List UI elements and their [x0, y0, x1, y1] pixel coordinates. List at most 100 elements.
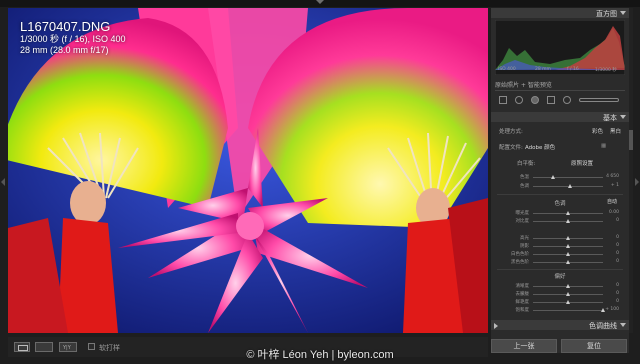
collapse-icon [620, 115, 626, 119]
panel-scrollbar-thumb[interactable] [629, 130, 633, 150]
wb-value[interactable]: 原照设置 [571, 159, 593, 167]
basic-title: 基本 [603, 114, 617, 122]
temp-value: 4 650 [606, 174, 619, 179]
vibrance-label: 鲜艳度 [515, 300, 530, 305]
expand-left-icon [494, 323, 498, 329]
red-eye-icon[interactable] [531, 96, 539, 104]
collapse-left-panel-icon[interactable] [1, 178, 5, 186]
whites-label: 白色色阶 [511, 252, 529, 257]
collapse-right-panel-icon[interactable] [635, 178, 639, 186]
profile-browser-icon[interactable]: ▦ [601, 143, 606, 149]
whites-slider[interactable]: 白色色阶 0 [491, 251, 629, 257]
tint-slider[interactable]: 色调 + 1 [491, 183, 629, 189]
contrast-value: 0 [616, 218, 619, 223]
exposure-knob[interactable] [566, 211, 570, 215]
temp-knob[interactable] [551, 175, 555, 179]
clarity-slider[interactable]: 清晰度 0 [491, 283, 629, 289]
blacks-slider[interactable]: 黑色色阶 0 [491, 259, 629, 265]
vibrance-knob[interactable] [566, 300, 570, 304]
profile-label: 配置文件: [499, 145, 523, 151]
wb-label: 白平衡: [517, 161, 536, 167]
shadows-knob[interactable] [566, 244, 570, 248]
treatment-row: 处理方式: 彩色 黑白 [491, 126, 629, 135]
dehaze-slider[interactable]: 去朦胧 0 [491, 291, 629, 297]
photo-lens-info: 28 mm (28.0 mm f/17) [20, 45, 109, 55]
white-balance-row: 白平衡: 原照设置 [491, 158, 629, 167]
photo-image [8, 8, 488, 333]
tone-curve-header[interactable]: 色调曲线 [491, 320, 629, 330]
highlights-value: 0 [616, 235, 619, 240]
photo-exposure-info: 1/3000 秒 (f / 16), ISO 400 [20, 34, 126, 44]
collapse-icon [620, 323, 626, 327]
tool-strip [499, 96, 619, 106]
highlights-label: 高光 [520, 236, 529, 241]
highlights-slider[interactable]: 高光 0 [491, 235, 629, 241]
clarity-label: 清晰度 [515, 284, 530, 289]
crop-tool-icon[interactable] [499, 96, 507, 104]
auto-tone-button[interactable]: 自动 [603, 199, 621, 206]
contrast-slider[interactable]: 对比度 0 [491, 218, 629, 224]
basic-header[interactable]: 基本 [491, 112, 629, 122]
shadows-label: 阴影 [520, 244, 529, 249]
watermark: © 叶梓 Léon Yeh | byleon.com [246, 349, 394, 361]
divider [495, 90, 625, 91]
histogram-iso: ISO 400 [498, 67, 516, 72]
contrast-knob[interactable] [566, 219, 570, 223]
vibrance-slider[interactable]: 鲜艳度 0 [491, 299, 629, 305]
treatment-bw-option[interactable]: 黑白 [610, 127, 621, 135]
blacks-label: 黑色色阶 [511, 260, 529, 265]
profile-value[interactable]: Adobe 颜色 [525, 143, 555, 151]
original-label: 原始照片 + 智能预览 [495, 82, 552, 89]
collapse-top-panel-icon[interactable] [316, 0, 324, 4]
adjustment-brush-icon[interactable] [579, 98, 619, 102]
blacks-knob[interactable] [566, 260, 570, 264]
temp-label: 色温 [520, 175, 529, 180]
photo-canvas[interactable]: L1670407.DNG 1/3000 秒 (f / 16), ISO 400 … [8, 8, 488, 333]
dehaze-label: 去朦胧 [515, 292, 530, 297]
panel-scrollbar[interactable] [629, 8, 633, 333]
contrast-label: 对比度 [515, 219, 530, 224]
tint-value: + 1 [610, 183, 619, 188]
saturation-track [533, 310, 603, 311]
whites-knob[interactable] [566, 252, 570, 256]
develop-right-panel: 直方图 ISO 400 28 mm f / 16 1/3000 秒 原始照片 +… [491, 8, 629, 353]
radial-filter-icon[interactable] [563, 96, 571, 104]
shadows-slider[interactable]: 阴影 0 [491, 243, 629, 249]
histogram-focal: 28 mm [535, 67, 551, 72]
graduated-filter-icon[interactable] [547, 96, 555, 104]
exposure-label: 曝光度 [515, 211, 530, 216]
histogram-title: 直方图 [596, 10, 617, 18]
saturation-slider[interactable]: 饱和度 + 100 [491, 307, 629, 313]
presence-group-title: 偏好 [554, 274, 566, 280]
histogram-header[interactable]: 直方图 [491, 8, 629, 18]
histogram-shutter: 1/3000 秒 [595, 68, 617, 73]
treatment-label: 处理方式: [499, 129, 523, 135]
original-smart-preview-status: 原始照片 + 智能预览 [495, 80, 552, 89]
profile-row: 配置文件: Adobe 颜色 ▦ [491, 142, 629, 151]
histogram[interactable]: ISO 400 28 mm f / 16 1/3000 秒 [495, 20, 625, 75]
tint-label: 色调 [520, 184, 529, 189]
vibrance-value: 0 [616, 299, 619, 304]
temp-track [533, 177, 603, 178]
saturation-value: + 100 [605, 307, 619, 312]
tint-knob[interactable] [568, 184, 572, 188]
collapse-icon [620, 11, 626, 15]
divider [497, 269, 623, 270]
temp-slider[interactable]: 色温 4 650 [491, 174, 629, 180]
highlights-knob[interactable] [566, 236, 570, 240]
tone-curve-title: 色调曲线 [589, 322, 617, 330]
saturation-label: 饱和度 [515, 308, 530, 313]
clarity-value: 0 [616, 283, 619, 288]
spot-removal-icon[interactable] [515, 96, 523, 104]
exposure-slider[interactable]: 曝光度 0.00 [491, 210, 629, 216]
histogram-aperture: f / 16 [567, 67, 579, 72]
clarity-knob[interactable] [566, 284, 570, 288]
treatment-color-option[interactable]: 彩色 [592, 127, 603, 135]
blacks-value: 0 [616, 259, 619, 264]
photo-info-overlay: L1670407.DNG 1/3000 秒 (f / 16), ISO 400 … [20, 20, 126, 56]
photo-filename: L1670407.DNG [20, 19, 111, 34]
shadows-value: 0 [616, 243, 619, 248]
whites-value: 0 [616, 251, 619, 256]
dehaze-knob[interactable] [566, 292, 570, 296]
divider [497, 194, 623, 195]
